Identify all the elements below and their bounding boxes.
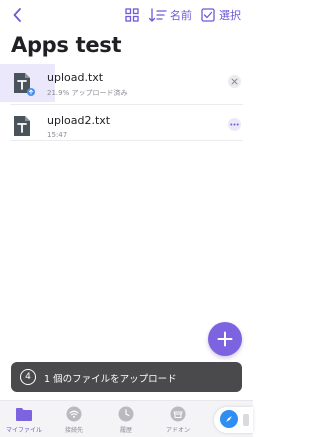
upload-count-badge: 4	[20, 369, 36, 385]
tab-label: 接続先	[64, 427, 83, 434]
grid-icon	[125, 8, 139, 22]
close-icon	[231, 78, 238, 85]
tab-label: マイファイル	[5, 427, 42, 434]
upload-toast[interactable]: 4 1 個のファイルをアップロード	[11, 362, 242, 392]
clock-icon	[118, 406, 134, 422]
tab-bar: マイファイル 接続先 履歴 アドオン	[0, 400, 253, 437]
divider	[10, 104, 243, 105]
tab-label: 履歴	[119, 427, 132, 434]
cancel-upload-button[interactable]	[228, 75, 241, 88]
chevron-left-icon	[13, 8, 21, 22]
tab-history[interactable]: 履歴	[106, 406, 146, 436]
file-date: 15:47	[47, 131, 68, 139]
folder-icon	[16, 407, 32, 421]
tab-label: アドオン	[165, 427, 190, 434]
tab-browser[interactable]	[214, 407, 253, 433]
sort-icon	[149, 8, 167, 22]
store-icon	[170, 406, 186, 422]
file-name: upload2.txt	[47, 114, 111, 127]
tab-my-files[interactable]: マイファイル	[4, 406, 44, 436]
tab-connections[interactable]: 接続先	[54, 406, 94, 436]
upload-badge-icon	[27, 88, 35, 96]
add-button[interactable]	[208, 322, 242, 356]
select-label: 選択	[219, 9, 241, 22]
upload-status: 21.9% アップロード済み	[47, 89, 128, 97]
divider	[10, 140, 243, 141]
checkbox-icon	[201, 8, 215, 22]
compass-icon	[220, 410, 238, 428]
plus-icon	[217, 331, 233, 347]
select-button[interactable]: 選択	[201, 7, 241, 23]
handle-icon	[243, 414, 249, 426]
file-row[interactable]: upload2.txt 15:47	[0, 107, 253, 153]
grid-view-button[interactable]	[124, 7, 140, 23]
more-horizontal-icon	[230, 123, 239, 126]
more-options-button[interactable]	[228, 118, 241, 131]
toast-message: 1 個のファイルをアップロード	[44, 374, 177, 385]
sort-button[interactable]: 名前	[149, 7, 192, 23]
page-title: Apps test	[11, 33, 122, 57]
text-file-icon	[14, 116, 30, 136]
top-bar: 名前 選択	[0, 0, 253, 30]
file-name: upload.txt	[47, 71, 104, 84]
wifi-icon	[66, 406, 82, 422]
tab-addons[interactable]: アドオン	[158, 406, 198, 436]
back-button[interactable]	[9, 6, 27, 24]
sort-label: 名前	[170, 9, 192, 22]
